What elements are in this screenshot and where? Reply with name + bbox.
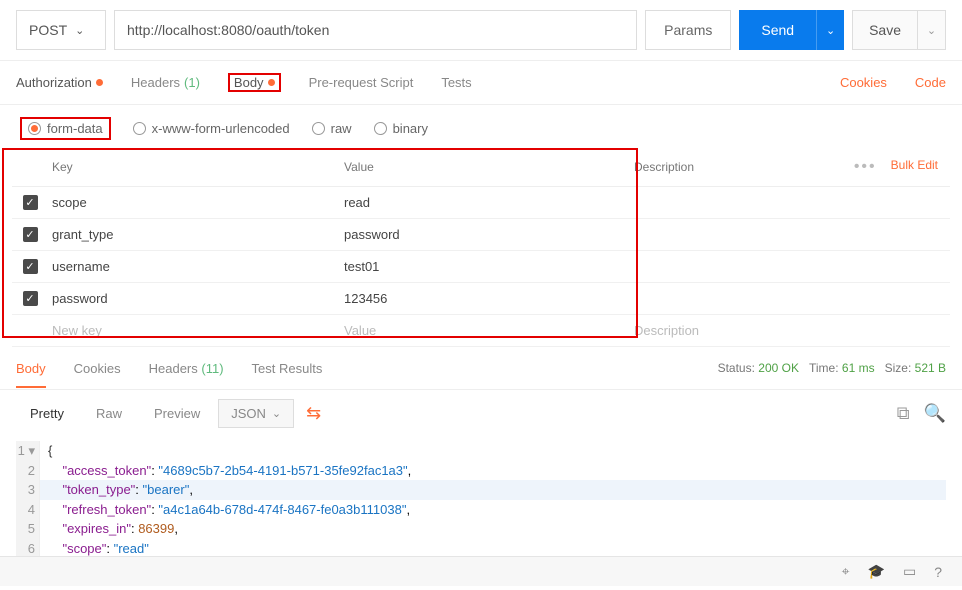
chevron-down-icon: ⌄ (75, 24, 84, 37)
wrap-lines-button[interactable]: ⇆ (298, 399, 329, 428)
params-button[interactable]: Params (645, 10, 731, 50)
tab-tests[interactable]: Tests (441, 75, 471, 90)
tab-response-headers[interactable]: Headers (11) (149, 361, 224, 376)
radio-icon (312, 122, 325, 135)
body-type-formdata[interactable]: form-data (20, 117, 111, 140)
checkbox[interactable]: ✓ (23, 195, 38, 210)
tab-authorization[interactable]: Authorization (16, 75, 103, 90)
bulk-edit-link[interactable]: Bulk Edit (891, 158, 938, 176)
new-key-input[interactable]: New key (48, 323, 340, 338)
code-line[interactable]: 2 "access_token": "4689c5b7-2b54-4191-b5… (16, 461, 946, 481)
body-type-raw-label: raw (331, 121, 352, 136)
cookies-link[interactable]: Cookies (840, 75, 887, 90)
kv-header-value: Value (340, 160, 630, 174)
copy-icon[interactable]: ⧉ (897, 403, 910, 424)
key-cell[interactable]: password (48, 291, 340, 306)
code-line[interactable]: 1 ▾{ (16, 441, 946, 461)
tab-response-headers-count: (11) (201, 361, 223, 376)
view-preview[interactable]: Preview (140, 398, 214, 429)
tab-headers[interactable]: Headers (1) (131, 75, 200, 90)
body-type-formdata-label: form-data (47, 121, 103, 136)
dot-icon (268, 79, 275, 86)
key-cell[interactable]: grant_type (48, 227, 340, 242)
new-value-input[interactable]: Value (340, 323, 630, 338)
search-icon[interactable]: 🔍 (924, 403, 946, 424)
table-row: ✓ username test01 (12, 251, 950, 283)
tab-authorization-label: Authorization (16, 75, 92, 90)
chevron-down-icon: ⌄ (272, 407, 281, 420)
save-options-button[interactable]: ⌄ (918, 10, 946, 50)
tab-headers-count: (1) (184, 75, 200, 90)
kv-header-description: Description (630, 160, 820, 174)
body-type-binary-label: binary (393, 121, 428, 136)
table-row: ✓ password 123456 (12, 283, 950, 315)
tab-body-label: Body (234, 75, 264, 90)
dot-icon (96, 79, 103, 86)
view-pretty[interactable]: Pretty (16, 398, 78, 429)
key-cell[interactable]: username (48, 259, 340, 274)
tab-prerequest[interactable]: Pre-request Script (309, 75, 414, 90)
tab-headers-label: Headers (131, 75, 180, 90)
code-line[interactable]: 3 "token_type": "bearer", (16, 480, 946, 500)
method-value: POST (29, 22, 67, 38)
tutorial-icon[interactable]: 🎓 (868, 563, 885, 580)
status-meta: Status: 200 OK Time: 61 ms Size: 521 B (718, 361, 946, 375)
tab-body[interactable]: Body (228, 73, 281, 92)
table-row: ✓ grant_type password (12, 219, 950, 251)
kv-header-key: Key (48, 160, 340, 174)
new-description-input[interactable]: Description (630, 323, 820, 338)
location-icon[interactable]: ⌖ (842, 563, 850, 580)
panel-icon[interactable]: ▭ (903, 563, 916, 580)
more-icon[interactable]: ••• (854, 158, 877, 176)
view-raw[interactable]: Raw (82, 398, 136, 429)
help-icon[interactable]: ? (934, 564, 942, 580)
body-type-urlencoded-label: x-www-form-urlencoded (152, 121, 290, 136)
lang-select[interactable]: JSON ⌄ (218, 399, 294, 428)
value-cell[interactable]: test01 (340, 259, 630, 274)
code-line[interactable]: 4 "refresh_token": "a4c1a64b-678d-474f-8… (16, 500, 946, 520)
send-button[interactable]: Send (739, 10, 816, 50)
checkbox[interactable]: ✓ (23, 291, 38, 306)
radio-icon (133, 122, 146, 135)
tab-response-testresults[interactable]: Test Results (252, 361, 323, 376)
checkbox[interactable]: ✓ (23, 259, 38, 274)
tab-response-headers-label: Headers (149, 361, 198, 376)
radio-icon (374, 122, 387, 135)
tab-response-body[interactable]: Body (16, 361, 46, 388)
method-select[interactable]: POST ⌄ (16, 10, 106, 50)
value-cell[interactable]: read (340, 195, 630, 210)
code-link[interactable]: Code (915, 75, 946, 90)
chevron-down-icon: ⌄ (826, 24, 835, 37)
save-button[interactable]: Save (852, 10, 918, 50)
table-row: ✓ scope read (12, 187, 950, 219)
body-type-raw[interactable]: raw (312, 121, 352, 136)
code-line[interactable]: 5 "expires_in": 86399, (16, 519, 946, 539)
url-input[interactable] (114, 10, 637, 50)
send-options-button[interactable]: ⌄ (816, 10, 844, 50)
body-type-urlencoded[interactable]: x-www-form-urlencoded (133, 121, 290, 136)
radio-icon (28, 122, 41, 135)
lang-label: JSON (231, 406, 266, 421)
chevron-down-icon: ⌄ (927, 24, 936, 37)
checkbox[interactable]: ✓ (23, 227, 38, 242)
body-type-binary[interactable]: binary (374, 121, 428, 136)
key-cell[interactable]: scope (48, 195, 340, 210)
tab-response-cookies[interactable]: Cookies (74, 361, 121, 376)
value-cell[interactable]: 123456 (340, 291, 630, 306)
value-cell[interactable]: password (340, 227, 630, 242)
